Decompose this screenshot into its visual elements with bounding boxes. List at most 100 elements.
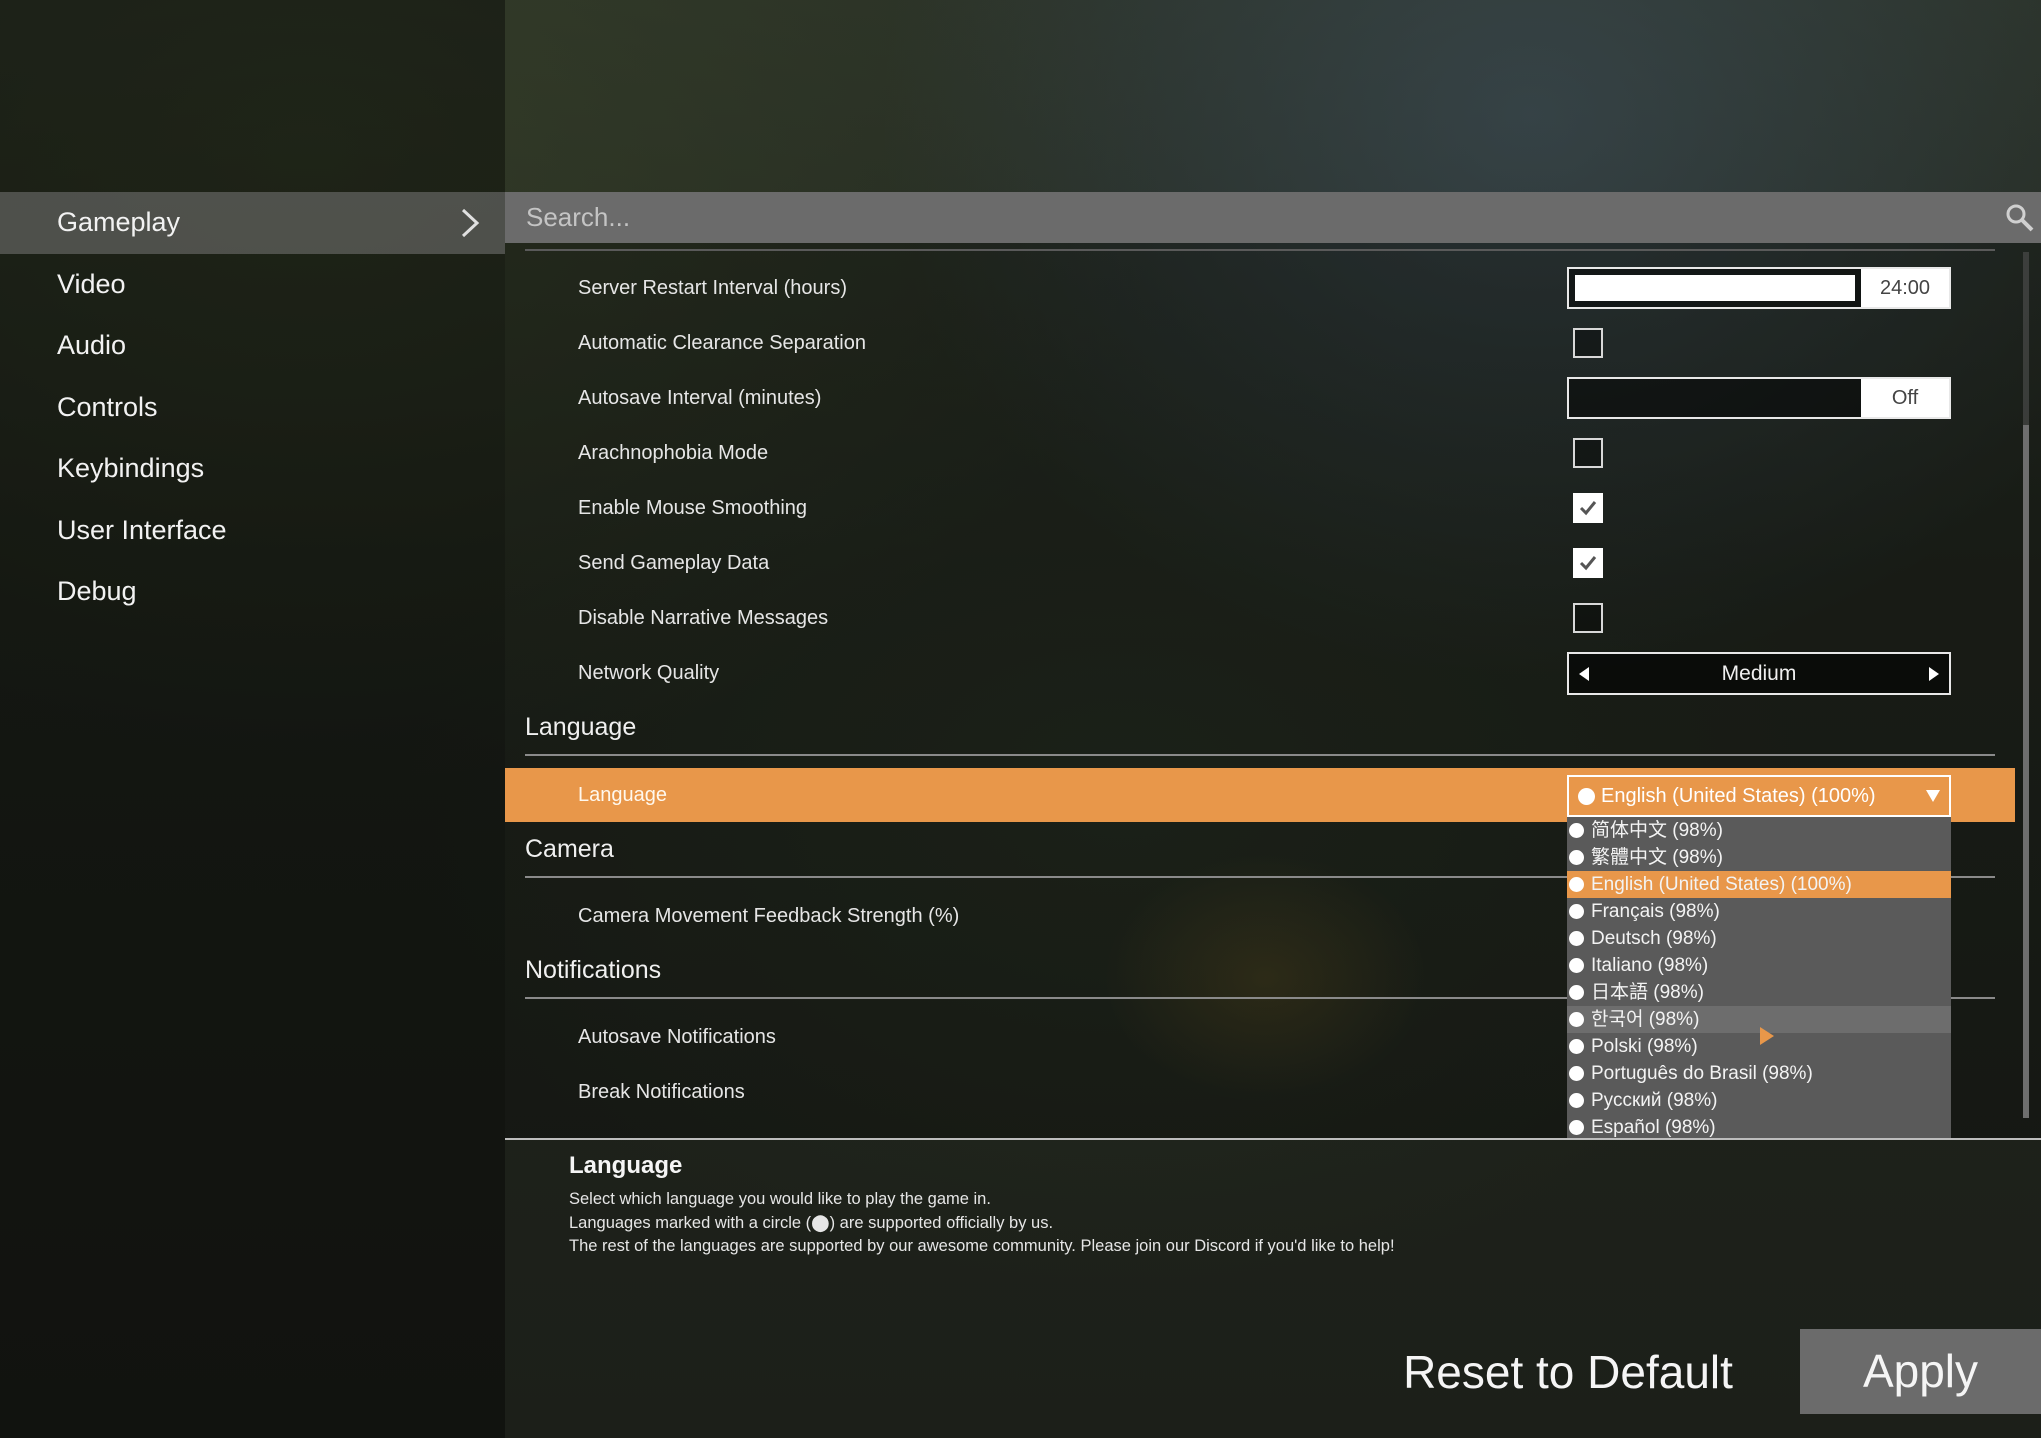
chevron-right-icon (461, 208, 480, 238)
option-label: Português do Brasil (98%) (1591, 1063, 1813, 1084)
setting-row-mouse-smoothing: Enable Mouse Smoothing (505, 481, 2015, 536)
list-top-divider (525, 249, 1995, 251)
setting-label: Autosave Notifications (578, 1026, 776, 1048)
description-line: Select which language you would like to … (569, 1190, 991, 1208)
gameplay-data-checkbox[interactable] (1573, 548, 1603, 578)
language-option[interactable]: 简体中文 (98%) (1567, 817, 1951, 844)
official-circle-icon (1569, 931, 1584, 946)
slider-value[interactable]: 24:00 (1861, 269, 1949, 307)
official-circle-icon (1569, 1093, 1584, 1108)
mouse-smoothing-checkbox[interactable] (1573, 493, 1603, 523)
official-circle-icon (1569, 985, 1584, 1000)
option-label: Italiano (98%) (1591, 955, 1709, 976)
setting-label: Autosave Interval (minutes) (578, 387, 822, 409)
language-option[interactable]: 繁體中文 (98%) (1567, 844, 1951, 871)
official-circle-icon (1569, 1120, 1584, 1135)
slider-value[interactable]: Off (1861, 379, 1949, 417)
option-label: 日本語 (98%) (1591, 982, 1704, 1003)
setting-label: Automatic Clearance Separation (578, 332, 866, 354)
nav-item-label: Keybindings (57, 453, 205, 484)
mouse-cursor-icon (1760, 1027, 1774, 1045)
autosave-slider[interactable]: Off (1567, 377, 1951, 419)
checkmark-icon (1579, 556, 1597, 571)
option-label: Русский (98%) (1591, 1090, 1718, 1111)
language-option[interactable]: Español (98%) (1567, 1114, 1951, 1141)
description-line: Languages marked with a circle (⬤) are s… (569, 1213, 1054, 1232)
language-option[interactable]: Italiano (98%) (1567, 952, 1951, 979)
option-label: Español (98%) (1591, 1117, 1716, 1138)
scrollbar-thumb[interactable] (2023, 425, 2029, 1118)
language-option[interactable]: Русский (98%) (1567, 1087, 1951, 1114)
arrow-right-icon[interactable] (1927, 666, 1941, 682)
search-input[interactable] (526, 199, 1976, 236)
clearance-checkbox[interactable] (1573, 328, 1603, 358)
slider-fill (1575, 275, 1855, 301)
setting-label: Language (578, 784, 667, 806)
setting-row-clearance: Automatic Clearance Separation (505, 316, 2015, 371)
official-circle-icon (1569, 823, 1584, 838)
official-circle-icon (1569, 1012, 1584, 1027)
official-circle-icon (1578, 788, 1595, 805)
official-circle-icon (1569, 1039, 1584, 1054)
official-circle-icon (1569, 850, 1584, 865)
search-icon[interactable] (2005, 203, 2035, 233)
description-line: The rest of the languages are supported … (569, 1237, 1395, 1255)
apply-button[interactable]: Apply (1800, 1329, 2041, 1414)
nav-item-label: User Interface (57, 514, 227, 545)
setting-label: Arachnophobia Mode (578, 442, 769, 464)
setting-label: Break Notifications (578, 1081, 745, 1103)
option-label: 한국어 (98%) (1591, 1009, 1700, 1030)
official-circle-icon (1569, 958, 1584, 973)
checkmark-icon (1579, 501, 1597, 516)
setting-label: Network Quality (578, 662, 720, 684)
search-bar (505, 192, 2041, 243)
section-title-language: Language (525, 713, 637, 741)
language-option[interactable]: Deutsch (98%) (1567, 925, 1951, 952)
section-title-camera: Camera (525, 835, 614, 863)
nav-item-label: Audio (57, 330, 127, 361)
language-dropdown[interactable]: English (United States) (100%) (1567, 775, 1951, 817)
language-option-selected[interactable]: English (United States) (100%) (1567, 871, 1951, 898)
nav-item-label: Debug (57, 576, 137, 607)
official-circle-icon (1569, 904, 1584, 919)
option-label: 简体中文 (98%) (1591, 820, 1723, 841)
dropdown-selected-value: English (United States) (100%) (1601, 785, 1876, 807)
option-label: English (United States) (100%) (1591, 874, 1852, 895)
section-divider (525, 754, 1995, 756)
setting-row-arachnophobia: Arachnophobia Mode (505, 426, 2015, 481)
language-option[interactable]: Français (98%) (1567, 898, 1951, 925)
option-label: 繁體中文 (98%) (1591, 847, 1723, 868)
setting-description: Language Select which language you would… (569, 1152, 1869, 1259)
narrative-checkbox[interactable] (1573, 603, 1603, 633)
language-option[interactable]: Português do Brasil (98%) (1567, 1060, 1951, 1087)
nav-item-audio[interactable]: Audio (0, 315, 505, 377)
nav-item-debug[interactable]: Debug (0, 561, 505, 623)
section-title-notifications: Notifications (525, 956, 662, 984)
reset-to-default-button[interactable]: Reset to Default (1398, 1330, 1738, 1415)
option-label: Français (98%) (1591, 901, 1720, 922)
option-label: Deutsch (98%) (1591, 928, 1717, 949)
arachnophobia-checkbox[interactable] (1573, 438, 1603, 468)
language-options-list: 简体中文 (98%) 繁體中文 (98%) English (United St… (1567, 817, 1951, 1140)
caret-down-icon[interactable] (1925, 789, 1941, 803)
nav-item-video[interactable]: Video (0, 254, 505, 316)
selector-value: Medium (1721, 662, 1797, 685)
setting-label: Camera Movement Feedback Strength (%) (578, 905, 960, 927)
language-option[interactable]: 日本語 (98%) (1567, 979, 1951, 1006)
nav-item-keybindings[interactable]: Keybindings (0, 438, 505, 500)
nav-item-label: Video (57, 268, 126, 299)
settings-sidebar: Gameplay Video Audio Controls Keybinding… (0, 0, 505, 1438)
description-title: Language (569, 1152, 683, 1179)
official-circle-icon (1569, 877, 1584, 892)
nav-item-user-interface[interactable]: User Interface (0, 500, 505, 562)
setting-row-gameplay-data: Send Gameplay Data (505, 536, 2015, 591)
nav-item-gameplay[interactable]: Gameplay (0, 192, 505, 254)
official-circle-icon (1569, 1066, 1584, 1081)
option-label: Polski (98%) (1591, 1036, 1698, 1057)
setting-label: Enable Mouse Smoothing (578, 497, 808, 519)
nav-item-label: Gameplay (57, 207, 181, 238)
network-quality-selector[interactable]: Medium (1567, 652, 1951, 695)
server-restart-slider[interactable]: 24:00 (1567, 267, 1951, 309)
nav-item-controls[interactable]: Controls (0, 377, 505, 439)
nav-item-label: Controls (57, 391, 158, 422)
